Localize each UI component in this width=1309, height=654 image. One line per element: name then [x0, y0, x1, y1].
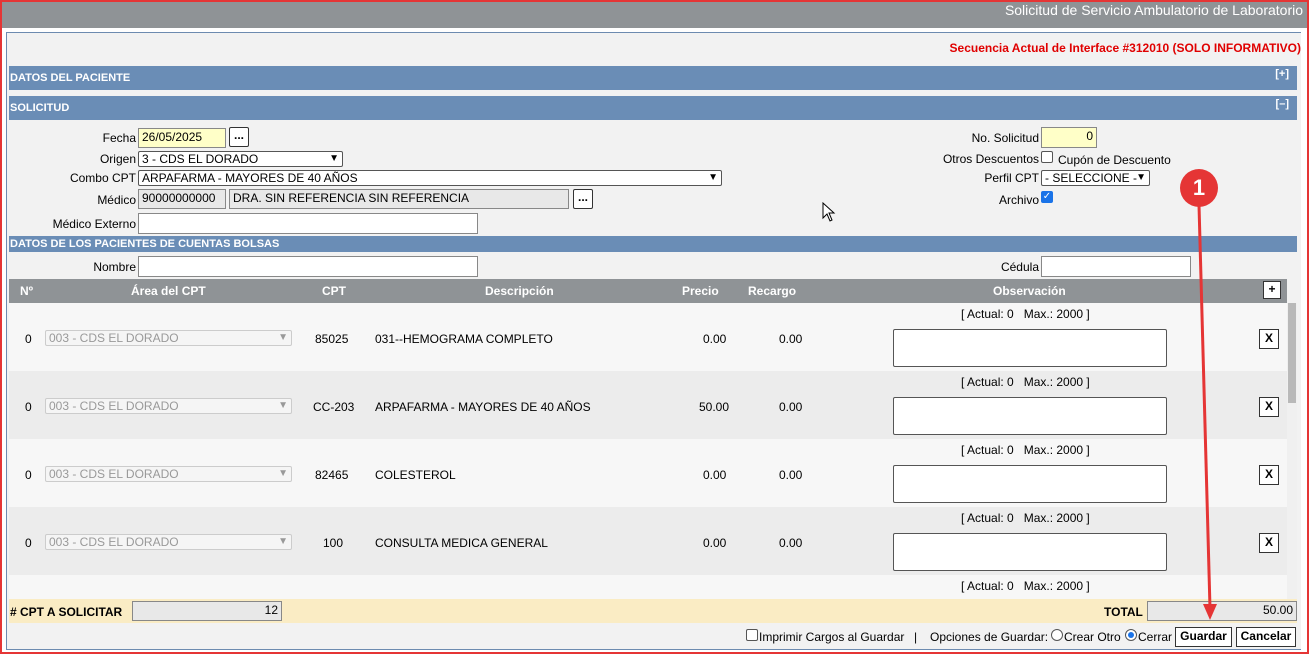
annotation-marker: 1	[1180, 169, 1218, 207]
annotation-arrow	[1197, 204, 1217, 620]
